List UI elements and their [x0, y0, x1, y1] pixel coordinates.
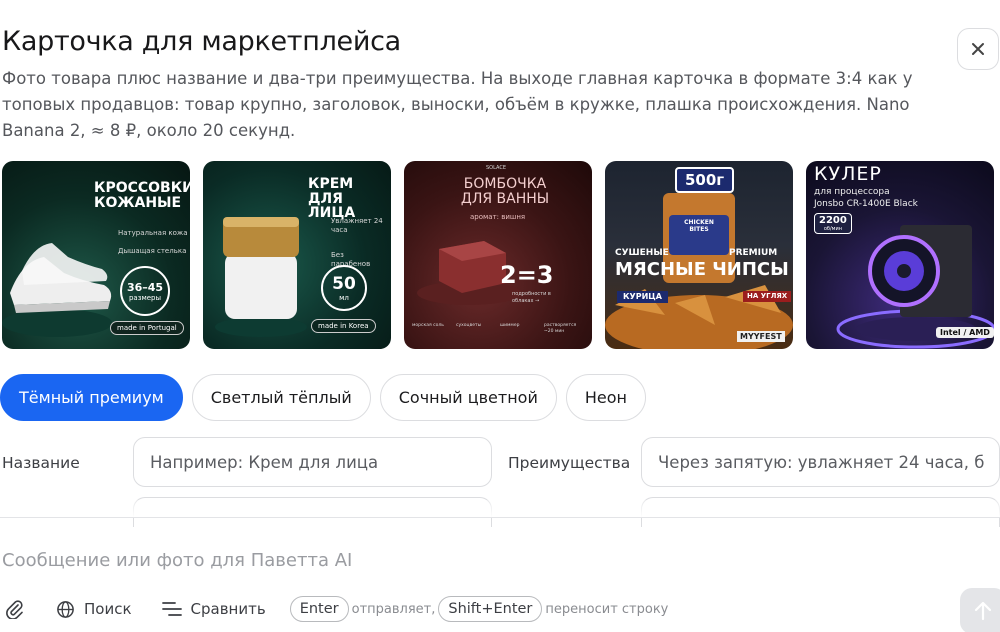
promo-badge: 2=3: [500, 261, 554, 289]
badge-value: 36–45: [126, 280, 164, 294]
benefits-label: Преимущества: [508, 454, 631, 472]
close-button[interactable]: [957, 28, 999, 70]
compare-icon: [161, 602, 182, 616]
badge-unit: мл: [339, 294, 349, 302]
close-icon: [972, 43, 984, 55]
sneaker-image: [2, 243, 112, 337]
promo-note: подробности в облаках →: [512, 291, 551, 304]
example-gallery: Кроссовки кожаные Натуральная кожа Дышащ…: [2, 161, 994, 349]
composer-toolbar: Поиск Сравнить Enter отправляет, Shift+E…: [4, 596, 671, 622]
scroll-fade: [0, 500, 1000, 518]
volume-badge: 50 мл: [321, 265, 367, 311]
cream-jar-image: [215, 217, 307, 337]
page-title: Карточка для маркетплейса: [2, 26, 401, 57]
pack-label: CHICKEN BITES: [684, 219, 714, 233]
style-chip-juicy-color[interactable]: Сочный цветной: [379, 374, 557, 421]
enter-key-hint: Enter: [289, 596, 349, 622]
card-model: Jonsbo CR-1400E Black: [814, 199, 918, 209]
card-callout: Увлажняет 24 часа: [331, 217, 383, 235]
arrow-up-icon: [974, 601, 992, 621]
composer-divider: [0, 517, 1000, 518]
compare-label: Сравнить: [190, 600, 266, 618]
badge-unit: размеры: [128, 293, 161, 302]
paperclip-icon: [6, 600, 23, 619]
origin-text: made in Portugal: [117, 324, 177, 332]
globe-icon: [57, 600, 74, 618]
card-title: Мясные чипсы: [615, 259, 789, 280]
card-callout: Дышащая стелька: [118, 247, 187, 255]
size-badge: 36–45 размеры: [120, 266, 170, 316]
brand-strip: MYYFEST: [737, 331, 785, 342]
enter-hint-text: отправляет,: [351, 601, 436, 617]
attach-button[interactable]: [4, 599, 24, 619]
footer-item: морская соль: [412, 323, 444, 328]
example-card-meat-chips[interactable]: 500г CHICKEN BITES Сушеные Premium Мясны…: [605, 161, 793, 349]
footer-item: растворяется ~20 мин: [544, 323, 577, 334]
style-chip-light-warm[interactable]: Светлый тёплый: [191, 374, 371, 421]
card-subtitle: для процессора: [814, 187, 890, 197]
compare-button[interactable]: Сравнить: [161, 600, 266, 618]
search-label: Поиск: [84, 600, 132, 618]
message-input[interactable]: Сообщение или фото для Паветта AI: [2, 550, 352, 571]
flavor-note: На углях: [743, 291, 792, 303]
example-card-bath-bomb[interactable]: SOLACE Бомбочка для ванны аромат: вишня …: [404, 161, 592, 349]
platform-tag: Intel / AMD: [936, 327, 994, 338]
origin-tag: made in Portugal: [110, 321, 184, 335]
style-chip-dark-premium[interactable]: Тёмный премиум: [0, 374, 183, 421]
page-description: Фото товара плюс название и два-три преи…: [2, 69, 913, 140]
example-card-sneakers[interactable]: Кроссовки кожаные Натуральная кожа Дышащ…: [2, 161, 190, 349]
footer-item: сухоцветы: [456, 323, 482, 328]
flavor-tag: Курица: [617, 291, 668, 304]
badge-value: 50: [332, 274, 356, 294]
card-footer: морская соль сухоцветы шиммер растворяет…: [412, 323, 584, 335]
name-input[interactable]: Например: Крем для лица: [133, 437, 492, 487]
example-card-cooler[interactable]: Кулер для процессора Jonsbo CR-1400E Bla…: [806, 161, 994, 349]
send-button[interactable]: [960, 588, 1000, 632]
card-title: Кроссовки кожаные: [94, 180, 190, 211]
footer-item: шиммер: [500, 323, 520, 328]
style-chip-neon[interactable]: Неон: [565, 374, 646, 421]
card-title: Бомбочка для ванны: [460, 176, 550, 207]
example-card-cream[interactable]: Крем для лица Увлажняет 24 часа Без пара…: [203, 161, 391, 349]
name-label: Название: [2, 454, 80, 472]
search-button[interactable]: Поиск: [56, 600, 132, 619]
card-title: Кулер: [814, 163, 882, 185]
card-title: Крем для лица: [308, 176, 356, 222]
origin-text: made in Korea: [318, 322, 369, 330]
tag-left: Сушеные: [615, 248, 669, 258]
shift-enter-key-hint: Shift+Enter: [438, 596, 543, 622]
style-selector: Тёмный премиум Светлый тёплый Сочный цве…: [0, 374, 646, 421]
origin-tag: made in Korea: [311, 319, 376, 333]
card-callout: Натуральная кожа: [118, 229, 188, 237]
benefits-input[interactable]: Через запятую: увлажняет 24 часа, б: [641, 437, 1000, 487]
shift-enter-hint-text: переносит строку: [545, 601, 669, 617]
tag-right: Premium: [729, 248, 778, 258]
card-brand: SOLACE: [486, 165, 506, 171]
